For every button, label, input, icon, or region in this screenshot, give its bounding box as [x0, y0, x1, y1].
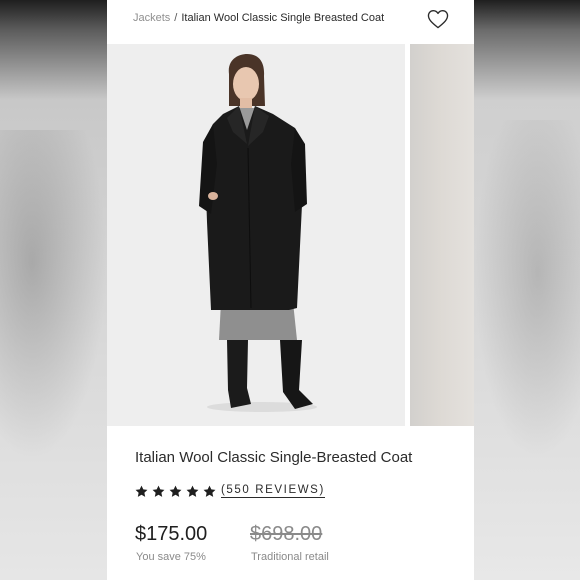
product-image-next-preview[interactable]: [410, 44, 474, 426]
star-icon: [186, 485, 199, 497]
star-icon: [169, 485, 182, 497]
savings-label: You save 75%: [136, 551, 206, 563]
model-coat-illustration: [199, 54, 317, 412]
product-title: Italian Wool Classic Single-Breasted Coa…: [135, 449, 413, 466]
star-icon: [135, 485, 148, 497]
background-blur-shape-right: [474, 120, 580, 460]
product-image-main[interactable]: [107, 44, 405, 426]
heart-icon[interactable]: [427, 9, 449, 29]
sale-price: $175.00: [135, 523, 208, 545]
rating-row[interactable]: (550 REVIEWS): [134, 482, 325, 500]
retail-price: $698.00: [250, 523, 323, 545]
star-icon: [152, 485, 165, 497]
background-blur-shape-left: [0, 130, 107, 460]
retail-label: Traditional retail: [251, 551, 329, 563]
star-icon: [203, 485, 216, 497]
product-page: Jackets / Italian Wool Classic Single Brea…: [107, 0, 474, 580]
breadcrumb-separator: /: [174, 12, 178, 24]
reviews-link[interactable]: (550 REVIEWS): [221, 484, 325, 498]
breadcrumb-category-link[interactable]: Jackets: [133, 12, 170, 24]
breadcrumb-current: Italian Wool Classic Single Breasted Coa…: [181, 12, 385, 24]
breadcrumb: Jackets / Italian Wool Classic Single Brea…: [133, 12, 384, 26]
